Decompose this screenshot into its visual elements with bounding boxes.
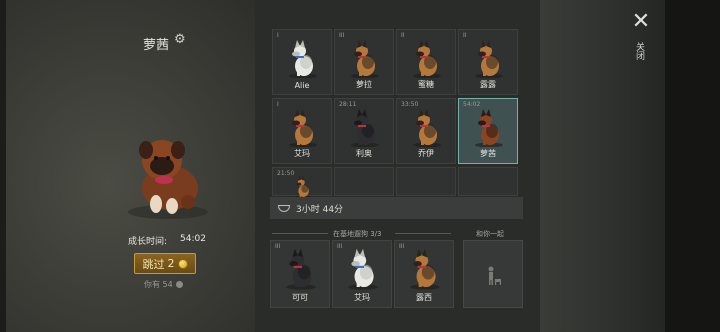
growth-time-value: 54:02 bbox=[180, 234, 206, 244]
growth-time-label: 成长时间: bbox=[128, 237, 168, 247]
kennel-slot-empty bbox=[334, 167, 394, 196]
dog-sprite bbox=[294, 176, 312, 198]
gear-icon[interactable]: ⚙ bbox=[174, 33, 188, 47]
kennel-slot[interactable]: 33:50 乔伊 bbox=[396, 98, 456, 164]
kennel-slot[interactable]: I Alie bbox=[272, 29, 332, 95]
section-divider-left bbox=[272, 233, 328, 234]
kennel-slot-name: 蜜糖 bbox=[418, 80, 434, 89]
gem-icon bbox=[175, 281, 183, 288]
kennel-slot[interactable]: 28:11 利奥 bbox=[334, 98, 394, 164]
close-label[interactable]: 关闭 bbox=[634, 42, 646, 60]
kennel-slot-name: 萝茜 bbox=[480, 149, 496, 158]
dog-sprite bbox=[286, 248, 316, 290]
together-title: 和你一起 bbox=[476, 230, 504, 238]
kennel-slot-name: 乔伊 bbox=[418, 149, 434, 158]
base-dog-name: 艾玛 bbox=[354, 293, 370, 302]
dog-sprite bbox=[289, 109, 317, 147]
dog-sprite bbox=[289, 40, 317, 78]
kennel-slot-tag: II bbox=[401, 32, 405, 39]
kennel-slot-tag: 33:50 bbox=[401, 101, 419, 108]
base-dog-tag: III bbox=[337, 243, 343, 250]
puppy-portrait bbox=[128, 140, 208, 219]
food-timer-text: 3小时 44分 bbox=[296, 204, 344, 215]
kennel-slot-tag: III bbox=[339, 32, 345, 39]
kennel-slot-name: 萝拉 bbox=[356, 80, 372, 89]
close-icon[interactable]: ✕ bbox=[631, 11, 651, 33]
base-dog-name: 可可 bbox=[292, 293, 308, 302]
base-dog-name: 露西 bbox=[416, 293, 432, 302]
kennel-slot[interactable]: III 萝拉 bbox=[334, 29, 394, 95]
kennel-slot[interactable]: II 露露 bbox=[458, 29, 518, 95]
dog-sprite bbox=[413, 40, 441, 78]
kennel-slot-name: 艾玛 bbox=[294, 149, 310, 158]
kennel-slot-tag: II bbox=[463, 32, 467, 39]
skip-button[interactable]: 跳过 2 bbox=[134, 253, 196, 274]
kennel-slot[interactable]: I 艾玛 bbox=[272, 98, 332, 164]
food-timer-bar: 3小时 44分 bbox=[270, 197, 523, 219]
kennel-slot[interactable]: 21:50 bbox=[272, 167, 332, 198]
dog-sprite bbox=[475, 40, 503, 78]
kennel-slot-empty bbox=[458, 167, 518, 196]
kennel-slot-name: Alie bbox=[294, 81, 310, 90]
right-edge bbox=[665, 0, 720, 332]
dog-sprite bbox=[351, 40, 379, 78]
together-slot[interactable] bbox=[463, 240, 523, 308]
currency-owned: 你有 54 bbox=[144, 279, 183, 290]
kennel-slot-tag: 54:02 bbox=[463, 101, 481, 108]
edge-strip bbox=[0, 0, 6, 332]
base-dog-slot[interactable]: III 露西 bbox=[394, 240, 454, 308]
dog-name: 萝茜 bbox=[143, 38, 170, 53]
kennel-slot-name: 露露 bbox=[480, 80, 496, 89]
person-dog-icon bbox=[488, 266, 501, 285]
kennel-slot[interactable]: II 蜜糖 bbox=[396, 29, 456, 95]
kennel-slot-tag: 28:11 bbox=[339, 101, 357, 108]
skip-cost: 2 bbox=[167, 257, 175, 270]
base-dog-slot[interactable]: III 可可 bbox=[270, 240, 330, 308]
base-dog-tag: III bbox=[399, 243, 405, 250]
at-base-title: 在基地遛狗 3/3 bbox=[333, 230, 382, 238]
dog-sprite bbox=[410, 248, 440, 290]
base-dog-tag: III bbox=[275, 243, 281, 250]
currency-owned-label: 你有 54 bbox=[144, 280, 173, 289]
kennel-slot-tag: I bbox=[277, 101, 279, 108]
bowl-icon bbox=[278, 204, 290, 212]
dog-sprite bbox=[413, 109, 441, 147]
section-divider-right bbox=[395, 233, 451, 234]
kennel-slot-tag: I bbox=[277, 32, 279, 39]
kennel-slot[interactable]: 54:02 萝茜 bbox=[458, 98, 518, 164]
skip-button-label: 跳过 bbox=[142, 257, 165, 271]
kennel-slot-name: 利奥 bbox=[356, 149, 372, 158]
dog-sprite bbox=[351, 109, 379, 147]
kennel-slot-empty bbox=[396, 167, 456, 196]
dog-sprite bbox=[348, 248, 378, 290]
base-dog-slot[interactable]: III 艾玛 bbox=[332, 240, 392, 308]
coin-icon bbox=[177, 258, 188, 269]
dog-sprite bbox=[475, 109, 503, 147]
